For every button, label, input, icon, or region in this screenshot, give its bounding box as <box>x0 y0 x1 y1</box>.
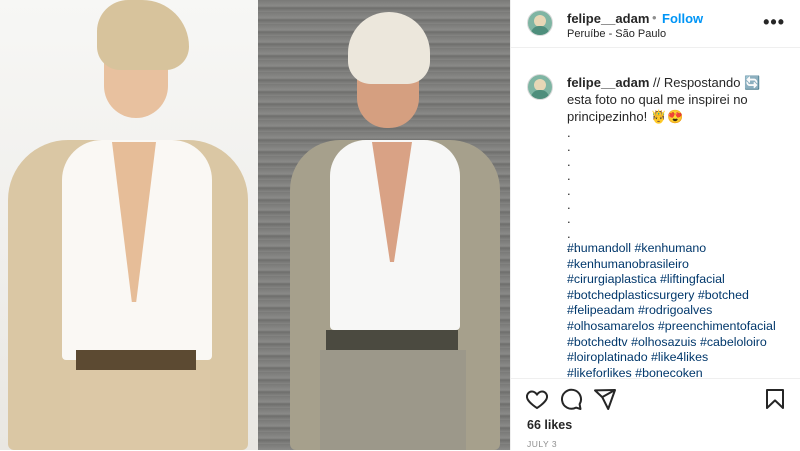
separator-dot: • <box>652 10 657 25</box>
caption-username[interactable]: felipe__adam <box>567 75 649 90</box>
likes-count[interactable]: 66 likes <box>527 418 572 432</box>
post-header: felipe__adam • Follow Peruíbe - São Paul… <box>511 0 800 48</box>
man-hair <box>348 12 430 84</box>
avatar-body <box>531 26 549 35</box>
post-date: JULY 3 <box>527 439 558 449</box>
more-icon[interactable]: ••• <box>763 12 785 33</box>
post-body: felipe__adam // Respostando 🔄 esta foto … <box>511 48 800 378</box>
avatar[interactable] <box>527 10 553 36</box>
instagram-post: felipe__adam • Follow Peruíbe - São Paul… <box>0 0 800 450</box>
doll-belt <box>76 350 196 370</box>
man-belt <box>326 330 458 350</box>
caption-avatar[interactable] <box>527 74 553 100</box>
caption-text: // Respostando <box>649 75 745 90</box>
heart-icon[interactable] <box>525 387 549 411</box>
comment-icon[interactable] <box>559 387 583 411</box>
post-media[interactable] <box>0 0 510 450</box>
bookmark-icon[interactable] <box>763 387 787 411</box>
caption-dots: . . . . . . . . . . <box>567 125 578 256</box>
emoji: 🤴😍 <box>650 109 684 124</box>
avatar-body <box>531 90 549 99</box>
follow-button[interactable]: Follow <box>662 11 703 26</box>
caption: felipe__adam // Respostando 🔄 esta foto … <box>567 74 781 125</box>
share-icon[interactable] <box>593 387 617 411</box>
photo-doll <box>0 0 258 450</box>
username-link[interactable]: felipe__adam <box>567 11 649 26</box>
doll-pants <box>70 370 210 450</box>
location-link[interactable]: Peruíbe - São Paulo <box>567 28 666 40</box>
doll-hair <box>97 0 189 70</box>
post-panel: felipe__adam • Follow Peruíbe - São Paul… <box>510 0 800 450</box>
hashtags[interactable]: #humandoll #kenhumano #kenhumanobrasilei… <box>567 241 787 378</box>
post-actions: 66 likes JULY 3 <box>511 378 800 451</box>
repeat-emoji: 🔄 <box>744 75 761 90</box>
man-pants <box>320 350 466 450</box>
